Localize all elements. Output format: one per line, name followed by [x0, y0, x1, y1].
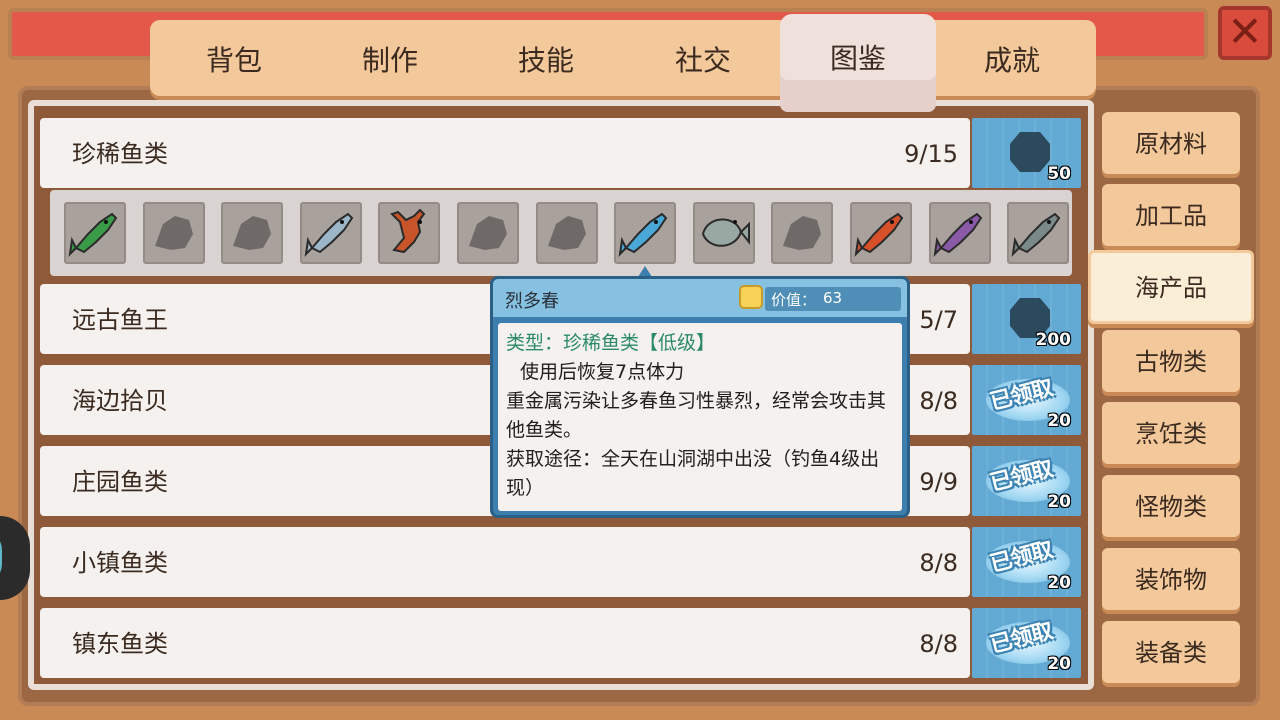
reward-claimed: 已领取 20	[972, 446, 1081, 516]
tab-collection[interactable]: 图鉴	[780, 14, 936, 112]
reward-claimed: 已领取 20	[972, 608, 1081, 678]
item-name: 烈多春	[505, 291, 559, 312]
row-count: 9/15	[904, 140, 958, 168]
reward-amount: 20	[1047, 492, 1071, 512]
reward-amount: 50	[1047, 164, 1071, 184]
category-equipment[interactable]: 装备类	[1102, 621, 1240, 683]
category-monsters[interactable]: 怪物类	[1102, 475, 1240, 537]
price-label: 价值：	[771, 291, 817, 309]
top-tabs: 背包 制作 技能 社交 图鉴 成就	[150, 14, 1096, 112]
row-count: 8/8	[919, 387, 958, 415]
row-name: 远古鱼王	[72, 306, 168, 334]
tab-social[interactable]: 社交	[625, 20, 781, 96]
lobster-icon	[390, 208, 426, 254]
silver-fish-icon	[304, 212, 354, 257]
fish-slot[interactable]	[535, 202, 598, 264]
tooltip-header: 烈多春 价值： 63	[493, 279, 907, 317]
avatar-icon	[0, 530, 2, 584]
row-count: 5/7	[919, 306, 958, 334]
round-fish-icon	[701, 218, 750, 247]
fish-slot[interactable]	[221, 202, 284, 264]
tab-skills[interactable]: 技能	[468, 20, 624, 96]
fish-slot[interactable]	[64, 202, 126, 264]
unknown-silhouette-icon	[154, 216, 193, 250]
fish-slot[interactable]	[378, 202, 441, 264]
row-label: 镇东鱼类 8/8	[40, 608, 970, 678]
row-name: 海边拾贝	[72, 387, 168, 415]
fish-slot[interactable]	[457, 202, 519, 264]
coin-icon	[739, 285, 763, 309]
row-name: 镇东鱼类	[72, 630, 168, 658]
reward-amount: 200	[1035, 330, 1072, 350]
collection-row[interactable]: 小镇鱼类 8/8 已领取 20	[40, 527, 1081, 597]
row-count: 9/9	[919, 468, 958, 496]
fish-slot[interactable]	[1007, 202, 1070, 264]
item-tooltip: 烈多春 价值： 63 类型：珍稀鱼类【低级】 使用后恢复7点体力 重金属污染让多…	[490, 276, 910, 518]
row-name: 小镇鱼类	[72, 549, 168, 577]
gray-fish-icon	[1011, 212, 1061, 257]
tooltip-body: 类型：珍稀鱼类【低级】 使用后恢复7点体力 重金属污染让多春鱼习性暴烈，经常会攻…	[498, 323, 902, 511]
collection-screen: ✕ 背包 制作 技能 社交 图鉴 成就 珍稀鱼类 9/15 50 远古鱼王 5/…	[0, 0, 1280, 720]
tab-achievements[interactable]: 成就	[934, 20, 1090, 96]
close-button[interactable]: ✕	[1218, 6, 1272, 60]
close-icon: ✕	[1227, 7, 1263, 56]
fish-slot[interactable]	[614, 202, 677, 264]
unknown-silhouette-icon	[547, 216, 586, 250]
fish-slot-strip	[50, 190, 1072, 276]
item-source: 获取途径：全天在山洞湖中出没（钓鱼4级出现）	[506, 448, 880, 499]
fish-slot[interactable]	[850, 202, 912, 264]
row-name: 珍稀鱼类	[72, 140, 168, 168]
reward-amount: 20	[1047, 654, 1071, 674]
category-seafood[interactable]: 海产品	[1088, 250, 1254, 324]
reward-button[interactable]: 200	[972, 284, 1081, 354]
reward-button[interactable]: 50	[972, 118, 1081, 188]
item-type: 类型：珍稀鱼类【低级】	[506, 332, 716, 354]
row-name: 庄园鱼类	[72, 468, 168, 496]
blue-fish-icon	[618, 212, 668, 257]
red-fish-icon	[854, 212, 904, 257]
collection-row[interactable]: 珍稀鱼类 9/15 50	[40, 118, 1081, 188]
reward-amount: 20	[1047, 573, 1071, 593]
price-value: 63	[823, 289, 843, 307]
reward-gem-icon	[1010, 132, 1050, 172]
category-raw-materials[interactable]: 原材料	[1102, 112, 1240, 174]
row-count: 8/8	[919, 549, 958, 577]
row-label: 小镇鱼类 8/8	[40, 527, 970, 597]
unknown-silhouette-icon	[233, 216, 272, 250]
reward-amount: 20	[1047, 411, 1071, 431]
category-processed[interactable]: 加工品	[1102, 184, 1240, 246]
row-label: 珍稀鱼类 9/15	[40, 118, 970, 188]
fish-slot[interactable]	[928, 202, 991, 264]
purple-fish-icon	[933, 212, 982, 257]
reward-claimed: 已领取 20	[972, 527, 1081, 597]
green-fish-icon	[68, 212, 118, 257]
collection-row[interactable]: 镇东鱼类 8/8 已领取 20	[40, 608, 1081, 678]
tab-crafting[interactable]: 制作	[312, 20, 468, 96]
item-effect: 使用后恢复7点体力	[520, 361, 685, 383]
category-decorations[interactable]: 装饰物	[1102, 548, 1240, 610]
fish-slot[interactable]	[142, 202, 205, 264]
fish-slot[interactable]	[771, 202, 834, 264]
reward-claimed: 已领取 20	[972, 365, 1081, 435]
price-box: 价值： 63	[765, 287, 901, 311]
fish-slot[interactable]	[299, 202, 362, 264]
fish-slot[interactable]	[692, 202, 755, 264]
item-description: 重金属污染让多春鱼习性暴烈，经常会攻击其他鱼类。	[506, 390, 887, 441]
tab-backpack[interactable]: 背包	[156, 20, 312, 96]
category-antiques[interactable]: 古物类	[1102, 330, 1240, 392]
unknown-silhouette-icon	[469, 216, 507, 250]
row-count: 8/8	[919, 630, 958, 658]
unknown-silhouette-icon	[783, 216, 822, 250]
category-cooking[interactable]: 烹饪类	[1102, 402, 1240, 464]
